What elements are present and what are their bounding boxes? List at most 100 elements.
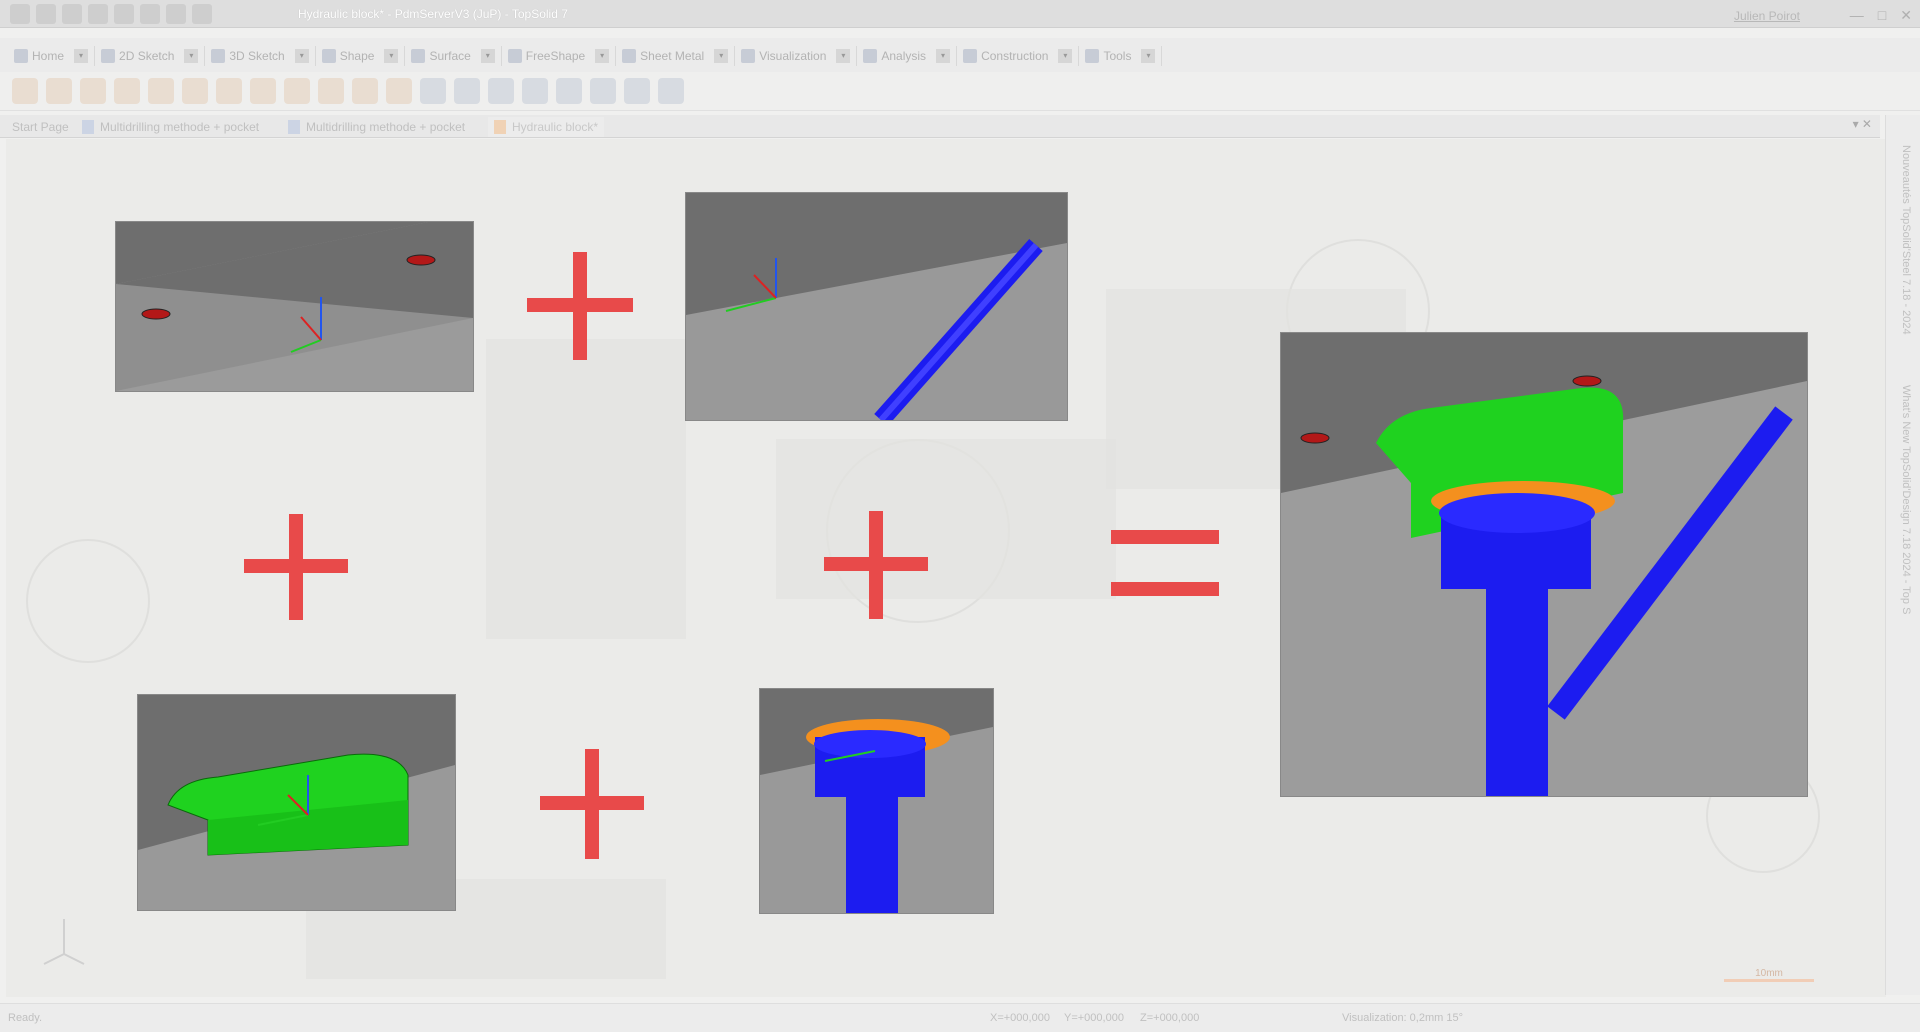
doc-tab-hydraulic-block[interactable]: Hydraulic block* — [488, 117, 605, 137]
ribbon-tab-label: Visualization — [759, 49, 827, 63]
undo-icon[interactable] — [114, 4, 134, 24]
chevron-down-icon[interactable]: ▾ — [384, 49, 399, 63]
close-icon[interactable]: ✕ — [1900, 7, 1912, 24]
redo-icon[interactable] — [140, 4, 160, 24]
print-icon[interactable] — [88, 4, 108, 24]
plus-sign — [540, 749, 644, 859]
document-tabs: Start Page Multidrilling methode + pocke… — [0, 115, 1880, 138]
doc-tab-multidrilling-1[interactable]: Multidrilling methode + pocket — [76, 117, 265, 137]
ribbon-tab-home[interactable]: Home ▾ — [8, 46, 96, 66]
document-icon — [288, 120, 300, 134]
status-y: Y=+000,000 — [1064, 1012, 1124, 1024]
doc-tab-start[interactable]: Start Page — [6, 117, 75, 137]
user-link[interactable]: Julien Poirot — [1734, 9, 1800, 23]
mirror-icon[interactable] — [522, 78, 548, 104]
status-x: X=+000,000 — [990, 1012, 1050, 1024]
chevron-down-icon[interactable]: ▾ — [184, 49, 199, 63]
ribbon-tab-label: Analysis — [881, 49, 927, 63]
save-all-icon[interactable] — [62, 4, 82, 24]
draft-icon[interactable] — [352, 78, 378, 104]
extrude-icon[interactable] — [12, 78, 38, 104]
shape-tools-icon[interactable] — [658, 78, 684, 104]
revolve-icon[interactable] — [46, 78, 72, 104]
ribbon-tab-label: Home — [32, 49, 65, 63]
freeshape-icon — [507, 49, 522, 63]
boolean-icon[interactable] — [386, 78, 412, 104]
side-panel-text-2[interactable]: What's New TopSolid'Design 7.18 2024 - T… — [1900, 385, 1912, 614]
hole-icon[interactable] — [182, 78, 208, 104]
chevron-down-icon[interactable]: ▾ — [595, 49, 610, 63]
cut-icon[interactable] — [454, 78, 480, 104]
close-tab-icon[interactable]: ▾ ✕ — [1853, 117, 1872, 131]
save-icon[interactable] — [36, 4, 56, 24]
surface-icon — [411, 49, 426, 63]
home-icon — [14, 49, 28, 63]
pocket-icon[interactable] — [216, 78, 242, 104]
ribbon-tab-visualization[interactable]: Visualization ▾ — [735, 46, 858, 66]
chevron-down-icon[interactable]: ▾ — [836, 49, 851, 63]
minimize-icon[interactable]: — — [1850, 7, 1864, 24]
ghost-shape — [486, 339, 686, 639]
ribbon-tab-label: Construction — [981, 49, 1049, 63]
status-z: Z=+000,000 — [1140, 1012, 1200, 1024]
ribbon-tab-tools[interactable]: Tools ▾ — [1079, 46, 1163, 66]
refresh-icon[interactable] — [192, 4, 212, 24]
ribbon-tab-shape[interactable]: Shape ▾ — [316, 46, 406, 66]
panel-block-base — [116, 222, 473, 391]
maximize-icon[interactable]: □ — [1878, 7, 1886, 24]
chevron-down-icon[interactable]: ▾ — [74, 49, 89, 63]
ribbon-tab-surface[interactable]: Surface ▾ — [405, 46, 502, 66]
document-icon — [494, 120, 506, 134]
scale-indicator: 10mm — [1724, 968, 1814, 982]
status-visualization: Visualization: 0,2mm 15° — [1342, 1012, 1463, 1024]
sweep-icon[interactable] — [80, 78, 106, 104]
chevron-down-icon[interactable]: ▾ — [714, 49, 729, 63]
ribbon-tab-freeshape[interactable]: FreeShape ▾ — [502, 46, 617, 66]
chevron-down-icon[interactable]: ▾ — [1058, 49, 1073, 63]
ribbon: Home ▾ 2D Sketch ▾ 3D Sketch ▾ Shape ▾ Surface ▾ F… — [0, 38, 1920, 72]
axis-triad-icon — [43, 919, 85, 965]
doc-tab-multidrilling-2[interactable]: Multidrilling methode + pocket — [282, 117, 471, 137]
ribbon-tab-3d-sketch[interactable]: 3D Sketch ▾ — [205, 46, 316, 66]
chevron-down-icon[interactable]: ▾ — [1141, 49, 1156, 63]
side-panel-text-1[interactable]: Nouveautés TopSolid'Steel 7.18 - 2024 — [1900, 145, 1912, 335]
box-icon[interactable] — [148, 78, 174, 104]
window-title: Hydraulic block* - PdmServerV3 (JuP) - T… — [298, 7, 568, 21]
ribbon-tab-sheet-metal[interactable]: Sheet Metal ▾ — [616, 46, 736, 66]
ribbon-tab-label: Sheet Metal — [640, 49, 705, 63]
command-toolbar — [0, 72, 1920, 111]
document-icon — [82, 120, 94, 134]
ribbon-tab-2d-sketch[interactable]: 2D Sketch ▾ — [95, 46, 206, 66]
thread-icon[interactable] — [556, 78, 582, 104]
analysis-icon — [863, 49, 878, 63]
shape-icon — [321, 49, 336, 63]
fillet-icon[interactable] — [250, 78, 276, 104]
quick-access-toolbar — [10, 4, 212, 24]
pen-icon[interactable] — [166, 4, 186, 24]
status-ready: Ready. — [8, 1012, 43, 1024]
sheetmetal-icon — [622, 49, 637, 63]
app-icon[interactable] — [10, 4, 30, 24]
shell-icon[interactable] — [318, 78, 344, 104]
construction-icon — [963, 49, 978, 63]
ribbon-tab-label: FreeShape — [525, 49, 586, 63]
panel-counterbore — [760, 689, 993, 913]
rib-icon[interactable] — [590, 78, 616, 104]
chevron-down-icon[interactable]: ▾ — [936, 49, 951, 63]
side-panel: Nouveautés TopSolid'Steel 7.18 - 2024 Wh… — [1885, 115, 1920, 995]
pattern-icon[interactable] — [488, 78, 514, 104]
sketch3d-icon — [211, 49, 226, 63]
split-icon[interactable] — [420, 78, 446, 104]
ribbon-tab-label: 2D Sketch — [119, 49, 175, 63]
loft-icon[interactable] — [114, 78, 140, 104]
plus-sign — [244, 514, 348, 620]
ribbon-tab-construction[interactable]: Construction ▾ — [957, 46, 1080, 66]
chamfer-icon[interactable] — [284, 78, 310, 104]
doc-tab-label: Multidrilling methode + pocket — [306, 120, 466, 134]
ribbon-tab-analysis[interactable]: Analysis ▾ — [857, 46, 958, 66]
doc-tab-label: Multidrilling methode + pocket — [100, 120, 260, 134]
chevron-down-icon[interactable]: ▾ — [480, 49, 495, 63]
transform-icon[interactable] — [624, 78, 650, 104]
chevron-down-icon[interactable]: ▾ — [294, 49, 309, 63]
ribbon-tab-label: Shape — [339, 49, 375, 63]
